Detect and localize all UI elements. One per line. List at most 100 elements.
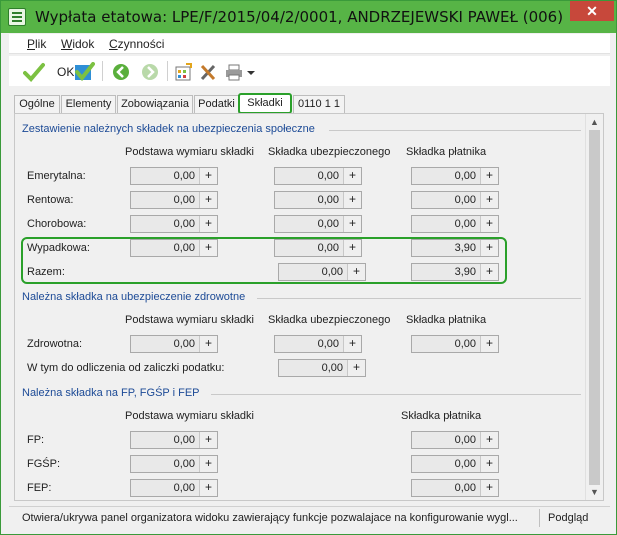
- fp-payer-field[interactable]: 0,00 +: [411, 431, 499, 449]
- col-header-base: Podstawa wymiaru składki: [125, 410, 254, 422]
- razem-payer-field[interactable]: 3,90 +: [411, 263, 499, 281]
- row-label-wypadkowa: Wypadkowa:: [27, 242, 90, 254]
- deduct-field[interactable]: 0,00 +: [278, 359, 366, 377]
- app-icon: [8, 8, 26, 26]
- col-header-insured: Składka ubezpieczonego: [268, 146, 391, 158]
- plus-button[interactable]: +: [199, 480, 217, 496]
- zdrowotna-payer-field[interactable]: 0,00 +: [411, 335, 499, 353]
- section-divider: [329, 130, 581, 131]
- menu-czynnosci[interactable]: Czynności: [109, 37, 164, 51]
- plus-button[interactable]: +: [199, 336, 217, 352]
- section-health-title: Należna składka na ubezpieczenie zdrowot…: [22, 291, 246, 303]
- zdrowotna-insured-field[interactable]: 0,00 +: [274, 335, 362, 353]
- dropdown-arrow-icon[interactable]: [245, 62, 257, 82]
- status-mode: Podgląd: [548, 512, 589, 524]
- tab-elementy[interactable]: Elementy: [61, 95, 116, 113]
- scrollbar-thumb[interactable]: [589, 130, 600, 485]
- ok-button-label[interactable]: OK: [57, 65, 74, 79]
- plus-button[interactable]: +: [480, 168, 498, 184]
- section-social-insurance-title: Zestawienie należnych składek na ubezpie…: [22, 123, 315, 135]
- tab-skladki[interactable]: Składki: [238, 93, 292, 114]
- toolbar-separator: [167, 61, 168, 81]
- toolbar: OK: [9, 56, 610, 86]
- forward-arrow-icon[interactable]: [139, 62, 161, 82]
- toolbar-separator: [102, 61, 103, 81]
- plus-button[interactable]: +: [343, 168, 361, 184]
- plus-button[interactable]: +: [343, 216, 361, 232]
- tab-podatki[interactable]: Podatki: [194, 95, 239, 113]
- plus-button[interactable]: +: [199, 216, 217, 232]
- wypadkowa-insured-field[interactable]: 0,00 +: [274, 239, 362, 257]
- col-header-base: Podstawa wymiaru składki: [125, 314, 254, 326]
- razem-insured-field[interactable]: 0,00 +: [278, 263, 366, 281]
- col-header-insured: Składka ubezpieczonego: [268, 314, 391, 326]
- row-label-rentowa: Rentowa:: [27, 194, 74, 206]
- row-label-emerytalna: Emerytalna:: [27, 170, 86, 182]
- tab-zobowiazania[interactable]: Zobowiązania: [117, 95, 193, 113]
- menu-bar: Plik Widok Czynności: [9, 34, 610, 54]
- title-bar[interactable]: Wypłata etatowa: LPE/F/2015/04/2/0001, A…: [1, 1, 616, 33]
- plus-button[interactable]: +: [199, 240, 217, 256]
- fp-base-field[interactable]: 0,00 +: [130, 431, 218, 449]
- fep-payer-field[interactable]: 0,00 +: [411, 479, 499, 497]
- plus-button[interactable]: +: [480, 264, 498, 280]
- row-label-fp: FP:: [27, 434, 45, 446]
- plus-button[interactable]: +: [480, 336, 498, 352]
- plus-button[interactable]: +: [480, 480, 498, 496]
- calculator-icon[interactable]: [173, 62, 195, 82]
- row-label-fgsp: FGŚP:: [27, 458, 61, 470]
- row-label-chorobowa: Chorobowa:: [27, 218, 87, 230]
- plus-button[interactable]: +: [199, 456, 217, 472]
- back-arrow-icon[interactable]: [110, 62, 132, 82]
- tools-icon[interactable]: [198, 62, 220, 82]
- tab-ogolne[interactable]: Ogólne: [14, 95, 60, 113]
- zdrowotna-base-field[interactable]: 0,00 +: [130, 335, 218, 353]
- section-fp-title: Należna składka na FP, FGŚP i FEP: [22, 387, 200, 399]
- section-divider: [211, 394, 581, 395]
- col-header-payer: Składka płatnika: [401, 410, 482, 422]
- save-check-icon[interactable]: [73, 62, 95, 82]
- status-separator: [539, 509, 540, 527]
- plus-button[interactable]: +: [199, 432, 217, 448]
- wypadkowa-payer-field[interactable]: 3,90 +: [411, 239, 499, 257]
- rentowa-base-field[interactable]: 0,00 +: [130, 191, 218, 209]
- plus-button[interactable]: +: [347, 264, 365, 280]
- plus-button[interactable]: +: [480, 216, 498, 232]
- status-text: Otwiera/ukrywa panel organizatora widoku…: [22, 512, 518, 524]
- plus-button[interactable]: +: [343, 336, 361, 352]
- vertical-scrollbar[interactable]: ▲ ▼: [585, 114, 602, 500]
- plus-button[interactable]: +: [480, 240, 498, 256]
- emerytalna-payer-field[interactable]: 0,00 +: [411, 167, 499, 185]
- emerytalna-insured-field[interactable]: 0,00 +: [274, 167, 362, 185]
- plus-button[interactable]: +: [480, 192, 498, 208]
- scroll-down-icon[interactable]: ▼: [589, 486, 600, 498]
- wypadkowa-base-field[interactable]: 0,00 +: [130, 239, 218, 257]
- print-icon[interactable]: [223, 62, 245, 82]
- chorobowa-payer-field[interactable]: 0,00 +: [411, 215, 499, 233]
- chorobowa-insured-field[interactable]: 0,00 +: [274, 215, 362, 233]
- window-title: Wypłata etatowa: LPE/F/2015/04/2/0001, A…: [35, 8, 564, 26]
- scroll-up-icon[interactable]: ▲: [589, 116, 600, 128]
- ok-check-icon[interactable]: [23, 62, 45, 82]
- plus-button[interactable]: +: [343, 192, 361, 208]
- fep-base-field[interactable]: 0,00 +: [130, 479, 218, 497]
- plus-button[interactable]: +: [199, 168, 217, 184]
- emerytalna-base-field[interactable]: 0,00 +: [130, 167, 218, 185]
- rentowa-payer-field[interactable]: 0,00 +: [411, 191, 499, 209]
- menu-plik[interactable]: Plik: [27, 37, 46, 51]
- menu-widok[interactable]: Widok: [61, 37, 94, 51]
- tab-0110[interactable]: 0110 1 1: [293, 95, 345, 113]
- fgsp-payer-field[interactable]: 0,00 +: [411, 455, 499, 473]
- rentowa-insured-field[interactable]: 0,00 +: [274, 191, 362, 209]
- section-divider: [257, 298, 581, 299]
- plus-button[interactable]: +: [347, 360, 365, 376]
- row-label-fep: FEP:: [27, 482, 52, 494]
- plus-button[interactable]: +: [199, 192, 217, 208]
- fgsp-base-field[interactable]: 0,00 +: [130, 455, 218, 473]
- row-label-deduct: W tym do odliczenia od zaliczki podatku:: [27, 362, 225, 374]
- close-button[interactable]: ✕: [570, 1, 614, 21]
- plus-button[interactable]: +: [343, 240, 361, 256]
- chorobowa-base-field[interactable]: 0,00 +: [130, 215, 218, 233]
- plus-button[interactable]: +: [480, 432, 498, 448]
- plus-button[interactable]: +: [480, 456, 498, 472]
